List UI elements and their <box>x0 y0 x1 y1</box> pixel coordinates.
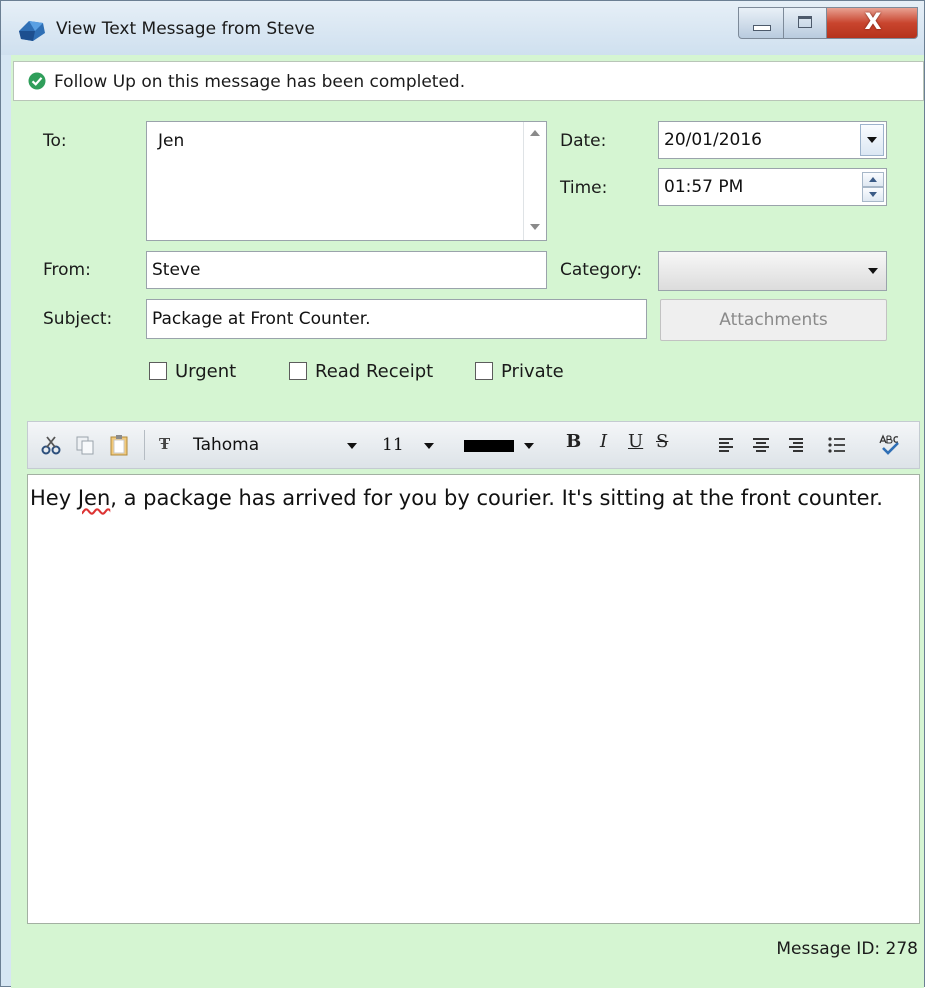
minimize-icon <box>753 25 771 31</box>
text-color-select[interactable] <box>460 430 544 460</box>
copy-icon[interactable] <box>74 434 96 456</box>
date-label: Date: <box>560 131 607 151</box>
time-spinner[interactable] <box>862 172 884 202</box>
cut-icon[interactable] <box>40 434 62 456</box>
subject-label: Subject: <box>43 309 113 329</box>
time-increment-button[interactable] <box>862 172 884 187</box>
chevron-down-icon <box>867 137 877 143</box>
time-decrement-button[interactable] <box>862 187 884 202</box>
app-logo-icon <box>19 21 45 41</box>
time-label: Time: <box>560 178 608 198</box>
message-text: Hey Jen, a package has arrived for you b… <box>30 486 883 510</box>
read-receipt-checkbox[interactable] <box>289 362 307 380</box>
banner-text: Follow Up on this message has been compl… <box>54 72 466 92</box>
font-select[interactable]: Ŧ Tahoma <box>155 430 373 460</box>
message-id: Message ID: 278 <box>776 939 918 959</box>
align-left-icon[interactable] <box>716 434 738 456</box>
subject-value: Package at Front Counter. <box>152 309 371 329</box>
spelling-flagged-word: Jen <box>77 486 111 510</box>
font-size-value: 11 <box>382 435 404 455</box>
scroll-down-icon[interactable] <box>530 224 540 230</box>
bold-button[interactable]: B <box>566 431 581 452</box>
private-label[interactable]: Private <box>501 361 564 382</box>
date-value: 20/01/2016 <box>664 130 762 150</box>
date-dropdown-button[interactable] <box>860 124 884 156</box>
underline-button[interactable]: U <box>628 431 643 452</box>
title-bar[interactable]: View Text Message from Steve X <box>1 1 924 55</box>
date-picker[interactable]: 20/01/2016 <box>658 121 887 159</box>
chevron-down-icon <box>424 443 434 449</box>
font-type-icon: Ŧ <box>159 435 171 453</box>
close-button[interactable]: X <box>826 7 918 39</box>
align-right-icon[interactable] <box>784 434 806 456</box>
window-title: View Text Message from Steve <box>56 19 315 39</box>
urgent-label[interactable]: Urgent <box>175 361 236 382</box>
maximize-button[interactable] <box>783 7 827 39</box>
format-toolbar: Ŧ Tahoma 11 B I U S <box>27 421 920 469</box>
chevron-down-icon <box>347 443 357 449</box>
to-scrollbar[interactable] <box>523 122 546 240</box>
message-body[interactable]: Hey Jen, a package has arrived for you b… <box>27 474 920 924</box>
chevron-down-icon <box>524 443 534 449</box>
read-receipt-label[interactable]: Read Receipt <box>315 361 433 382</box>
category-select[interactable] <box>658 251 887 291</box>
close-icon: X <box>864 10 882 35</box>
attachments-button[interactable]: Attachments <box>660 299 887 341</box>
urgent-checkbox[interactable] <box>149 362 167 380</box>
private-checkbox[interactable] <box>475 362 493 380</box>
chevron-down-icon <box>868 268 878 274</box>
text-color-swatch <box>464 440 514 452</box>
spell-check-icon[interactable] <box>878 434 900 456</box>
font-size-select[interactable]: 11 <box>378 430 446 460</box>
paste-icon[interactable] <box>108 434 130 456</box>
time-field[interactable]: 01:57 PM <box>658 168 887 206</box>
minimize-button[interactable] <box>738 7 784 39</box>
from-label: From: <box>43 260 91 280</box>
to-label: To: <box>43 131 67 151</box>
subject-field[interactable]: Package at Front Counter. <box>146 299 647 339</box>
message-window: View Text Message from Steve X Follow Up… <box>0 0 925 988</box>
italic-button[interactable]: I <box>600 431 607 452</box>
to-value: Jen <box>158 131 185 151</box>
toolbar-separator <box>144 430 145 460</box>
check-circle-icon <box>28 72 46 90</box>
scroll-up-icon[interactable] <box>530 130 540 136</box>
from-field[interactable]: Steve <box>146 251 547 289</box>
to-field[interactable]: Jen <box>146 121 547 241</box>
font-name: Tahoma <box>193 435 260 455</box>
strikethrough-button[interactable]: S <box>656 431 668 452</box>
maximize-icon <box>798 16 812 28</box>
category-label: Category: <box>560 260 643 280</box>
time-value: 01:57 PM <box>664 177 744 197</box>
from-value: Steve <box>152 260 201 280</box>
align-center-icon[interactable] <box>750 434 772 456</box>
bullet-list-icon[interactable] <box>826 434 848 456</box>
follow-up-banner: Follow Up on this message has been compl… <box>13 61 924 101</box>
